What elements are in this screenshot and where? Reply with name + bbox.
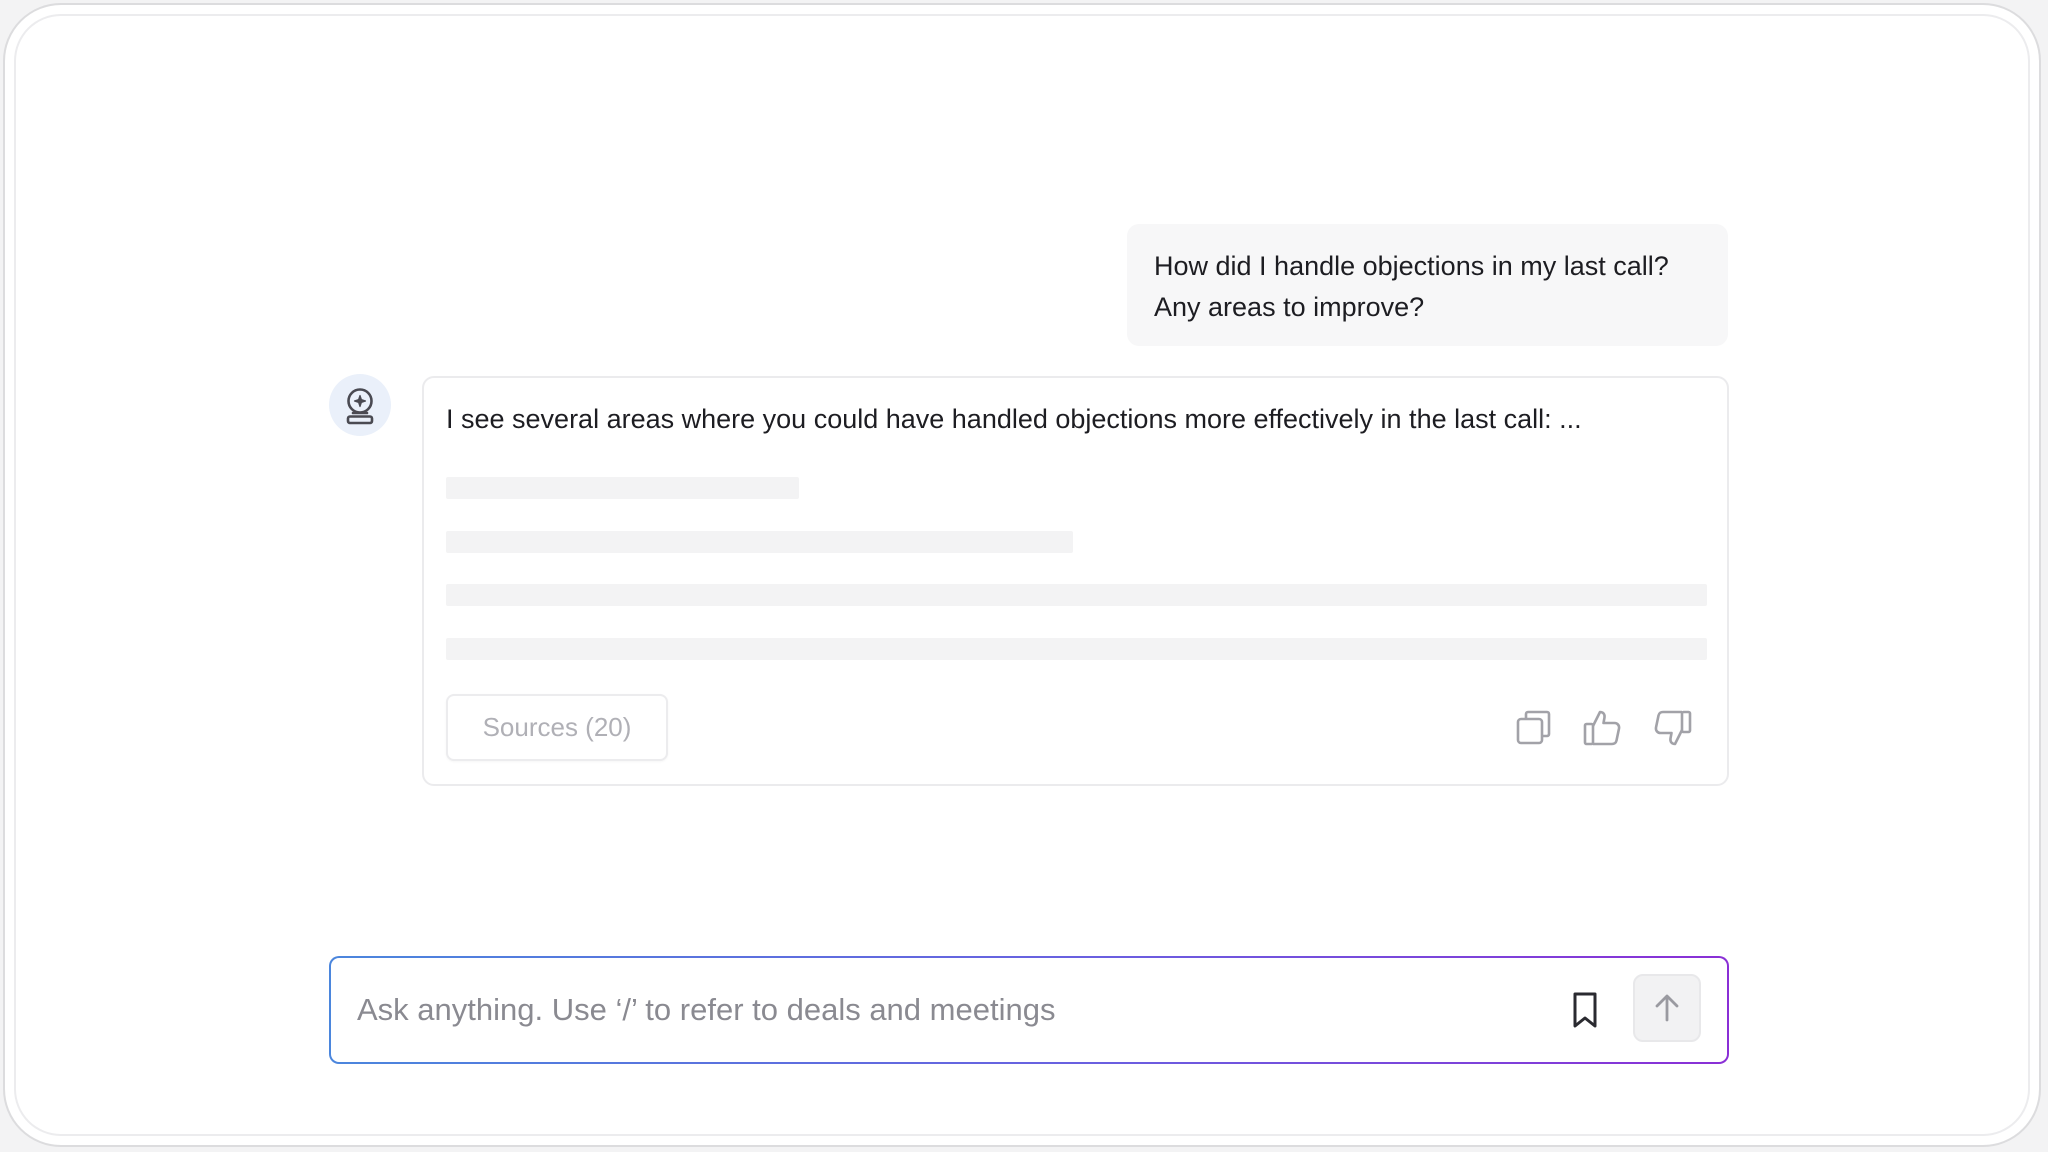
assistant-answer-text: I see several areas where you could have… (446, 404, 1582, 434)
loading-skeleton-line (446, 477, 799, 499)
bookmark-icon (1573, 992, 1597, 1028)
saved-prompts-button[interactable] (1563, 988, 1607, 1032)
chat-composer (329, 956, 1729, 1064)
thumbs-down-icon (1654, 710, 1692, 746)
assistant-bot-icon (346, 388, 374, 425)
assistant-answer-card: I see several areas where you could have… (422, 376, 1729, 786)
user-message-bubble: How did I handle objections in my last c… (1127, 224, 1728, 346)
thumbs-up-icon (1583, 710, 1621, 746)
thumbs-up-button[interactable] (1580, 705, 1626, 751)
loading-skeleton-line (446, 584, 1707, 606)
arrow-up-icon (1655, 994, 1679, 1022)
assistant-avatar (329, 374, 391, 436)
chat-composer-inner (331, 958, 1727, 1062)
copy-button[interactable] (1511, 705, 1557, 751)
send-button[interactable] (1633, 974, 1701, 1042)
thumbs-down-button[interactable] (1649, 705, 1695, 751)
user-message-line-2: Any areas to improve? (1154, 292, 1425, 322)
sources-button[interactable]: Sources (20) (446, 694, 668, 761)
copy-icon (1516, 710, 1551, 745)
app-window: How did I handle objections in my last c… (3, 3, 2041, 1147)
loading-skeleton-line (446, 638, 1707, 660)
user-message-line-1: How did I handle objections in my last c… (1154, 251, 1669, 281)
chat-input[interactable] (357, 978, 1537, 1042)
loading-skeleton-line (446, 531, 1073, 553)
